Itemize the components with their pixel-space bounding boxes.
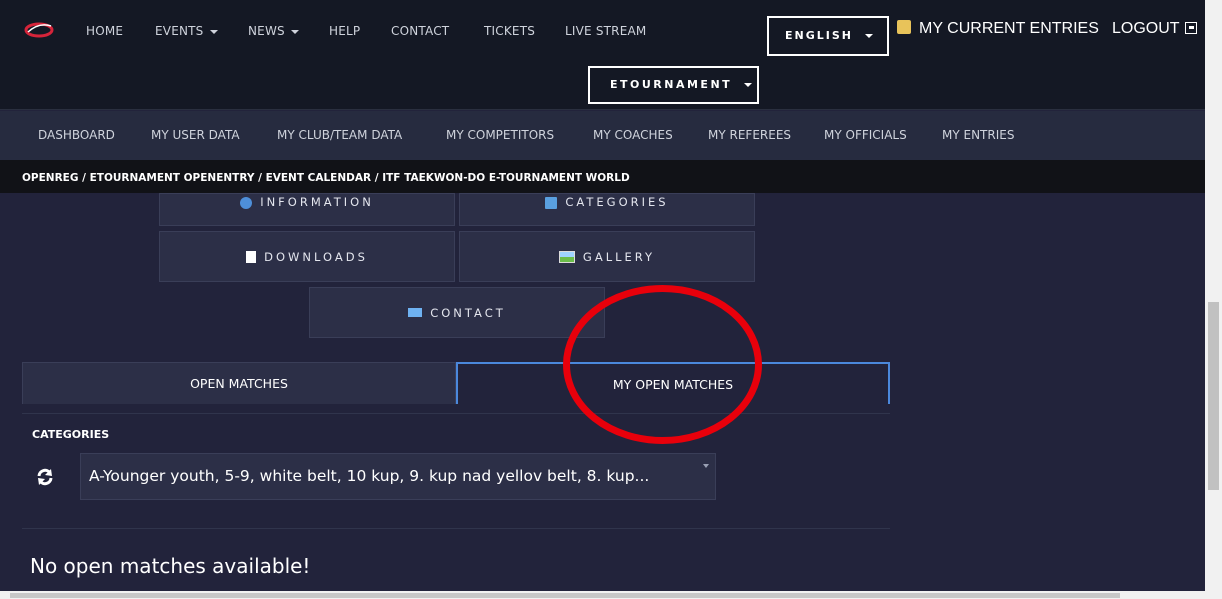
subnav-my-entries[interactable]: MY ENTRIES xyxy=(942,128,1014,142)
information-label: INFORMATION xyxy=(260,195,374,209)
vertical-scrollbar[interactable] xyxy=(1205,0,1222,599)
subnav-my-coaches[interactable]: MY COACHES xyxy=(593,128,673,142)
tournament-select-value: ETOURNAMENT xyxy=(610,78,733,91)
refresh-icon[interactable] xyxy=(36,468,54,486)
subnav-my-officials[interactable]: MY OFFICIALS xyxy=(824,128,907,142)
categories-label: CATEGORIES xyxy=(565,195,669,209)
logout-link[interactable]: LOGOUT xyxy=(1112,20,1197,38)
top-navbar: HOME EVENTS NEWS HELP CONTACT TICKETS LI… xyxy=(0,0,1205,110)
nav-news[interactable]: NEWS xyxy=(248,24,299,38)
nav-news-label: NEWS xyxy=(248,24,285,38)
gallery-label: GALLERY xyxy=(582,249,656,264)
category-select-value: A-Younger youth, 5-9, white belt, 10 kup… xyxy=(89,467,650,485)
empty-state-message: No open matches available! xyxy=(30,554,311,578)
language-select-value: ENGLISH xyxy=(785,29,853,42)
nav-live-stream[interactable]: LIVE STREAM xyxy=(565,24,646,38)
user-subnav: DASHBOARD MY USER DATA MY CLUB/TEAM DATA… xyxy=(0,111,1205,160)
breadcrumb-path[interactable]: OPENREG / ETOURNAMENT OPENENTRY / EVENT … xyxy=(22,172,630,184)
subnav-my-competitors[interactable]: MY COMPETITORS xyxy=(446,128,554,142)
chevron-down-icon xyxy=(290,29,299,34)
logout-icon xyxy=(1184,22,1197,34)
tab-open-matches-label: OPEN MATCHES xyxy=(190,376,288,391)
language-select[interactable]: ENGLISH xyxy=(767,16,889,56)
nav-tickets[interactable]: TICKETS xyxy=(484,24,535,38)
site-logo-icon[interactable] xyxy=(24,20,54,40)
my-current-entries-link[interactable]: MY CURRENT ENTRIES xyxy=(897,20,1099,38)
subnav-my-user-data[interactable]: MY USER DATA xyxy=(151,128,240,142)
nav-help[interactable]: HELP xyxy=(329,24,360,38)
folder-icon xyxy=(545,197,558,209)
categories-tile[interactable]: CATEGORIES xyxy=(459,193,755,226)
subnav-my-referees[interactable]: MY REFEREES xyxy=(708,128,791,142)
envelope-icon xyxy=(408,308,423,317)
divider xyxy=(22,528,890,529)
breadcrumb: OPENREG / ETOURNAMENT OPENENTRY / EVENT … xyxy=(0,160,1205,193)
categories-heading: CATEGORIES xyxy=(32,428,110,441)
vertical-scrollbar-thumb[interactable] xyxy=(1208,302,1219,490)
nav-events[interactable]: EVENTS xyxy=(155,24,218,38)
chevron-down-icon xyxy=(864,34,873,38)
info-icon xyxy=(240,197,253,209)
tournament-select[interactable]: ETOURNAMENT xyxy=(588,66,759,104)
annotation-circle xyxy=(563,285,762,444)
dropdown-arrow-icon xyxy=(703,464,709,468)
nav-events-label: EVENTS xyxy=(155,24,204,38)
chevron-down-icon xyxy=(744,83,753,87)
subnav-dashboard[interactable]: DASHBOARD xyxy=(38,128,115,142)
my-current-entries-label: MY CURRENT ENTRIES xyxy=(919,20,1099,37)
image-icon xyxy=(558,250,575,263)
downloads-label: DOWNLOADS xyxy=(264,249,368,264)
horizontal-scrollbar-thumb[interactable] xyxy=(10,593,1120,598)
document-icon xyxy=(246,250,257,263)
logout-label: LOGOUT xyxy=(1112,20,1180,37)
downloads-tile[interactable]: DOWNLOADS xyxy=(159,231,455,282)
gallery-tile[interactable]: GALLERY xyxy=(459,231,755,282)
category-select[interactable]: A-Younger youth, 5-9, white belt, 10 kup… xyxy=(80,453,716,500)
nav-contact[interactable]: CONTACT xyxy=(391,24,449,38)
contact-label: CONTACT xyxy=(430,305,506,320)
chevron-down-icon xyxy=(209,29,218,34)
subnav-my-club-team-data[interactable]: MY CLUB/TEAM DATA xyxy=(277,128,402,142)
nav-home[interactable]: HOME xyxy=(86,24,123,38)
tab-open-matches[interactable]: OPEN MATCHES xyxy=(22,362,456,404)
information-tile[interactable]: INFORMATION xyxy=(159,193,455,226)
clipboard-icon xyxy=(897,20,911,34)
